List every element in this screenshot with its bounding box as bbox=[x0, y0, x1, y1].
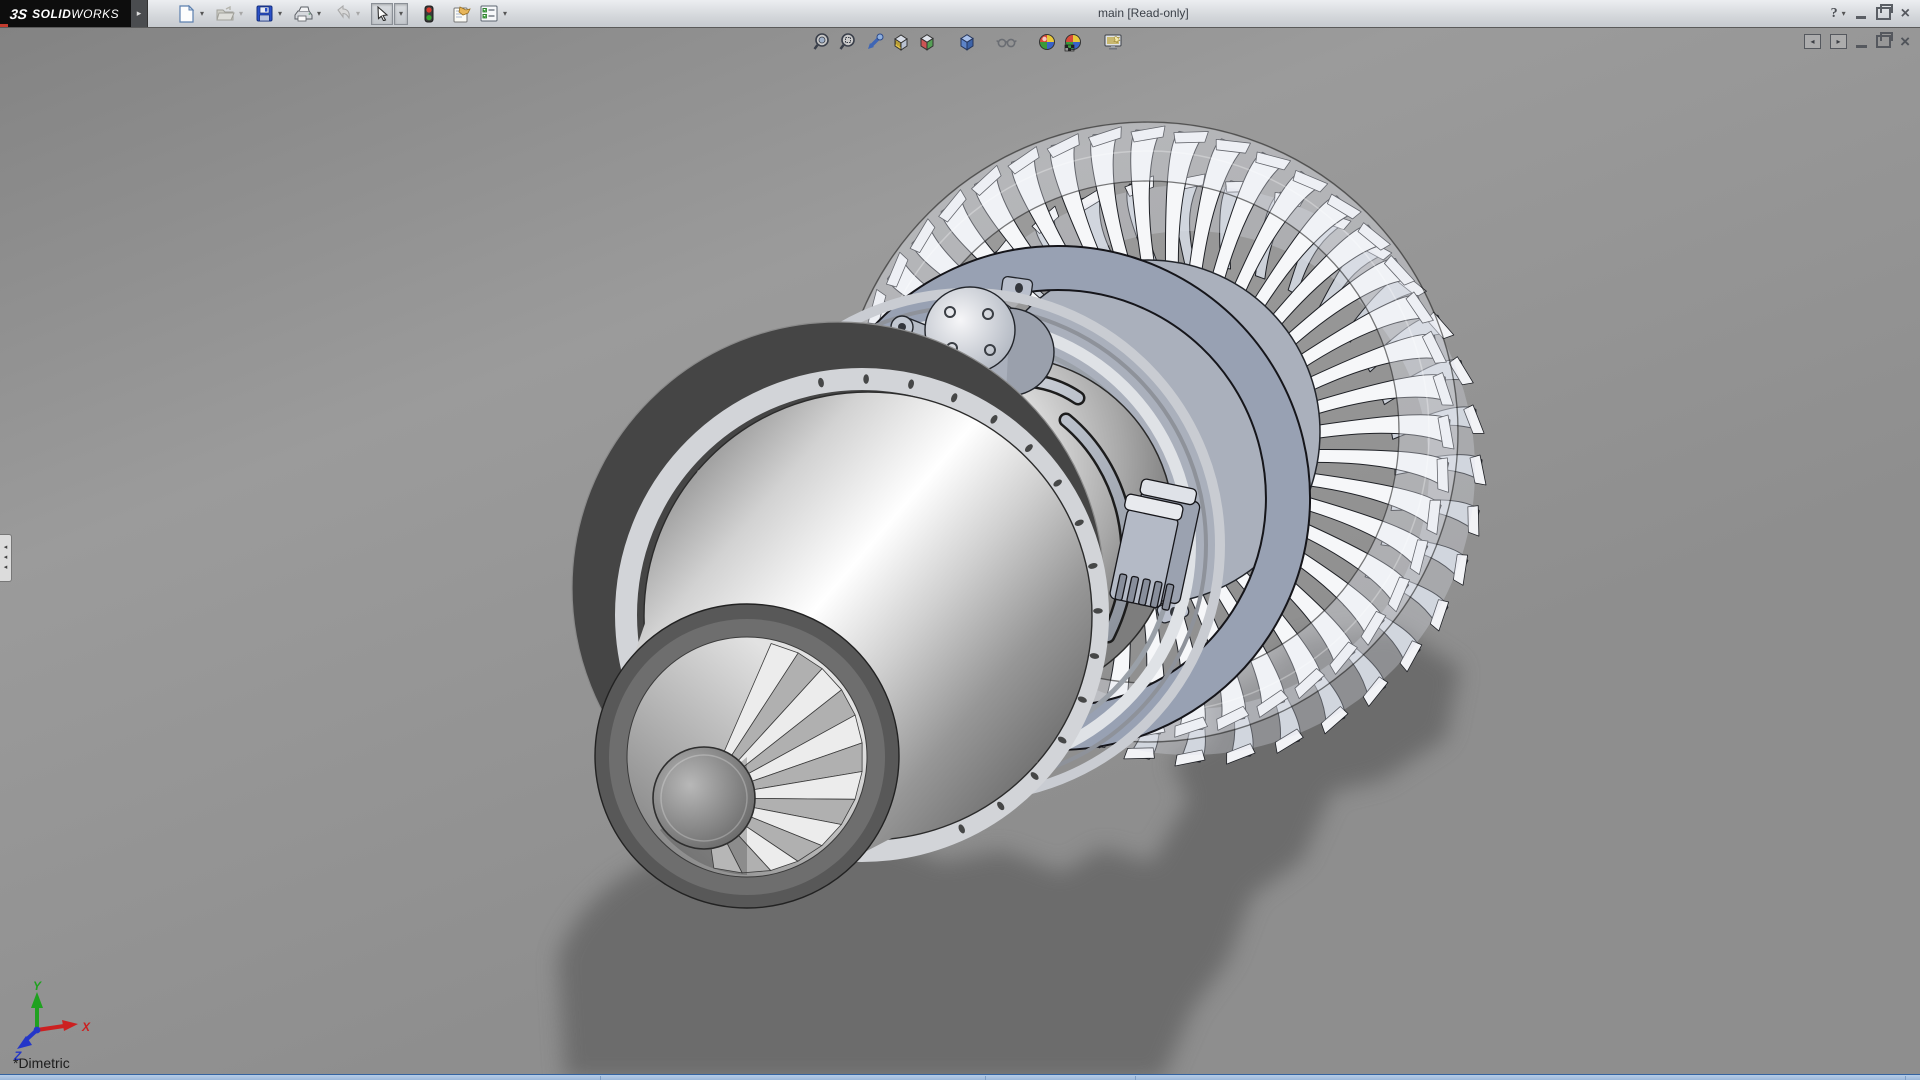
title-bar: 3S SOLIDWORKS ▸ ▾ ▾ ▾ ▾ ▾ ▾ bbox=[0, 0, 1920, 28]
open-dropdown[interactable]: ▾ bbox=[235, 4, 247, 24]
undo-button[interactable] bbox=[332, 4, 352, 24]
solidworks-logo-text: SOLIDWORKS bbox=[32, 7, 119, 21]
shaft-hub bbox=[653, 747, 755, 849]
view-orientation-label: *Dimetric bbox=[13, 1055, 70, 1071]
logo-red-accent bbox=[0, 24, 8, 27]
apply-scene-button[interactable] bbox=[1062, 31, 1084, 53]
undo-dropdown[interactable]: ▾ bbox=[352, 4, 364, 24]
view-settings-button[interactable] bbox=[1102, 31, 1124, 53]
statusbar-resize-grip[interactable] bbox=[1905, 1076, 1906, 1080]
statusbar-divider bbox=[985, 1076, 986, 1080]
section-view-button[interactable] bbox=[890, 31, 912, 53]
select-tool-button[interactable] bbox=[371, 3, 393, 25]
zoom-to-fit-button[interactable] bbox=[812, 31, 834, 53]
new-document-button[interactable] bbox=[176, 4, 196, 24]
statusbar-divider bbox=[600, 1076, 601, 1080]
print-dropdown[interactable]: ▾ bbox=[313, 4, 325, 24]
feature-manager-collapsed-tab[interactable]: ◂ ◂ ◂ bbox=[0, 534, 12, 582]
edit-appearance-button[interactable] bbox=[1036, 31, 1058, 53]
previous-view-button[interactable] bbox=[864, 31, 886, 53]
standard-toolbar: ▾ ▾ ▾ ▾ ▾ ▾ ▾ bbox=[176, 0, 518, 27]
solidworks-logo: 3S SOLIDWORKS bbox=[0, 0, 131, 27]
view-orientation-button[interactable] bbox=[916, 31, 938, 53]
headsup-view-toolbar bbox=[812, 31, 1128, 53]
help-dropdown[interactable]: ▾ bbox=[1842, 9, 1846, 18]
close-button[interactable]: × bbox=[1901, 6, 1910, 22]
status-bar bbox=[0, 1074, 1920, 1080]
display-style-button[interactable] bbox=[956, 31, 978, 53]
options-dropdown[interactable]: ▾ bbox=[499, 4, 511, 24]
solidworks-logo-mark: 3S bbox=[9, 6, 28, 22]
select-tool-dropdown[interactable]: ▾ bbox=[394, 3, 408, 25]
minimize-button[interactable] bbox=[1856, 16, 1866, 19]
collapse-right-panel-button[interactable]: ▸ bbox=[1830, 34, 1847, 49]
document-close-button[interactable]: × bbox=[1900, 33, 1910, 50]
triad-y-label: Y bbox=[33, 979, 42, 993]
options-button[interactable] bbox=[479, 4, 499, 24]
document-title: main [Read-only] bbox=[1098, 6, 1189, 20]
help-button[interactable]: ? bbox=[1831, 6, 1838, 22]
selection-filter-button[interactable] bbox=[419, 4, 439, 24]
statusbar-divider bbox=[1135, 1076, 1136, 1080]
print-button[interactable] bbox=[293, 4, 313, 24]
open-button[interactable] bbox=[215, 4, 235, 24]
document-minimize-button[interactable] bbox=[1856, 45, 1867, 48]
zoom-to-area-button[interactable] bbox=[838, 31, 860, 53]
save-button[interactable] bbox=[254, 4, 274, 24]
collapse-left-panel-button[interactable]: ◂ bbox=[1804, 34, 1821, 49]
save-dropdown[interactable]: ▾ bbox=[274, 4, 286, 24]
hide-show-items-button[interactable] bbox=[996, 31, 1018, 53]
triad-x-label: X bbox=[81, 1020, 91, 1034]
main-window-controls: ? ▾ × bbox=[1831, 0, 1910, 27]
document-restore-button[interactable] bbox=[1876, 35, 1891, 48]
logo-flyout-button[interactable]: ▸ bbox=[131, 0, 148, 27]
rebuild-button[interactable] bbox=[451, 4, 471, 24]
graphics-area[interactable]: Y X Z bbox=[0, 28, 1920, 1075]
restore-button[interactable] bbox=[1876, 7, 1891, 20]
document-window-controls: ◂ ▸ × bbox=[1804, 33, 1910, 50]
new-document-dropdown[interactable]: ▾ bbox=[196, 4, 208, 24]
3d-scene[interactable]: Y X Z bbox=[0, 28, 1920, 1075]
